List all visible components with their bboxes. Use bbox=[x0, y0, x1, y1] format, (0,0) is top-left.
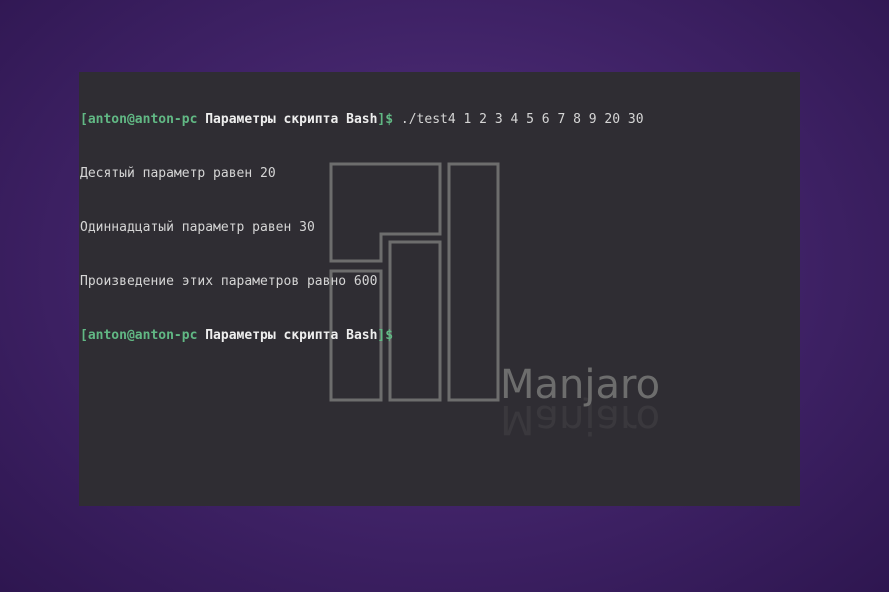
manjaro-logo-reflection bbox=[329, 402, 500, 472]
terminal-output[interactable]: [anton@anton-pc Параметры скрипта Bash]$… bbox=[80, 75, 644, 381]
manjaro-logo-text-reflection: Manjaro bbox=[500, 396, 660, 442]
terminal-prompt-line: [anton@anton-pc Параметры скрипта Bash]$… bbox=[80, 111, 644, 129]
prompt-suffix: ]$ bbox=[377, 328, 394, 343]
prompt-directory: Параметры скрипта Bash bbox=[205, 328, 378, 343]
terminal-output-line: Десятый параметр равен 20 bbox=[80, 166, 276, 181]
prompt-suffix: ]$ bbox=[377, 112, 394, 127]
terminal-prompt-line[interactable]: [anton@anton-pc Параметры скрипта Bash]$ bbox=[80, 327, 644, 345]
prompt-user-host: [anton@anton-pc bbox=[80, 112, 198, 127]
terminal-window[interactable]: Manjaro Manjaro [anton@anton-pc Параметр… bbox=[79, 72, 800, 506]
terminal-command: ./test4 1 2 3 4 5 6 7 8 9 20 30 bbox=[400, 112, 644, 127]
prompt-directory: Параметры скрипта Bash bbox=[205, 112, 378, 127]
prompt-user-host: [anton@anton-pc bbox=[80, 328, 198, 343]
terminal-output-line: Произведение этих параметров равно 600 bbox=[80, 274, 378, 289]
terminal-output-line: Одиннадцатый параметр равен 30 bbox=[80, 220, 315, 235]
